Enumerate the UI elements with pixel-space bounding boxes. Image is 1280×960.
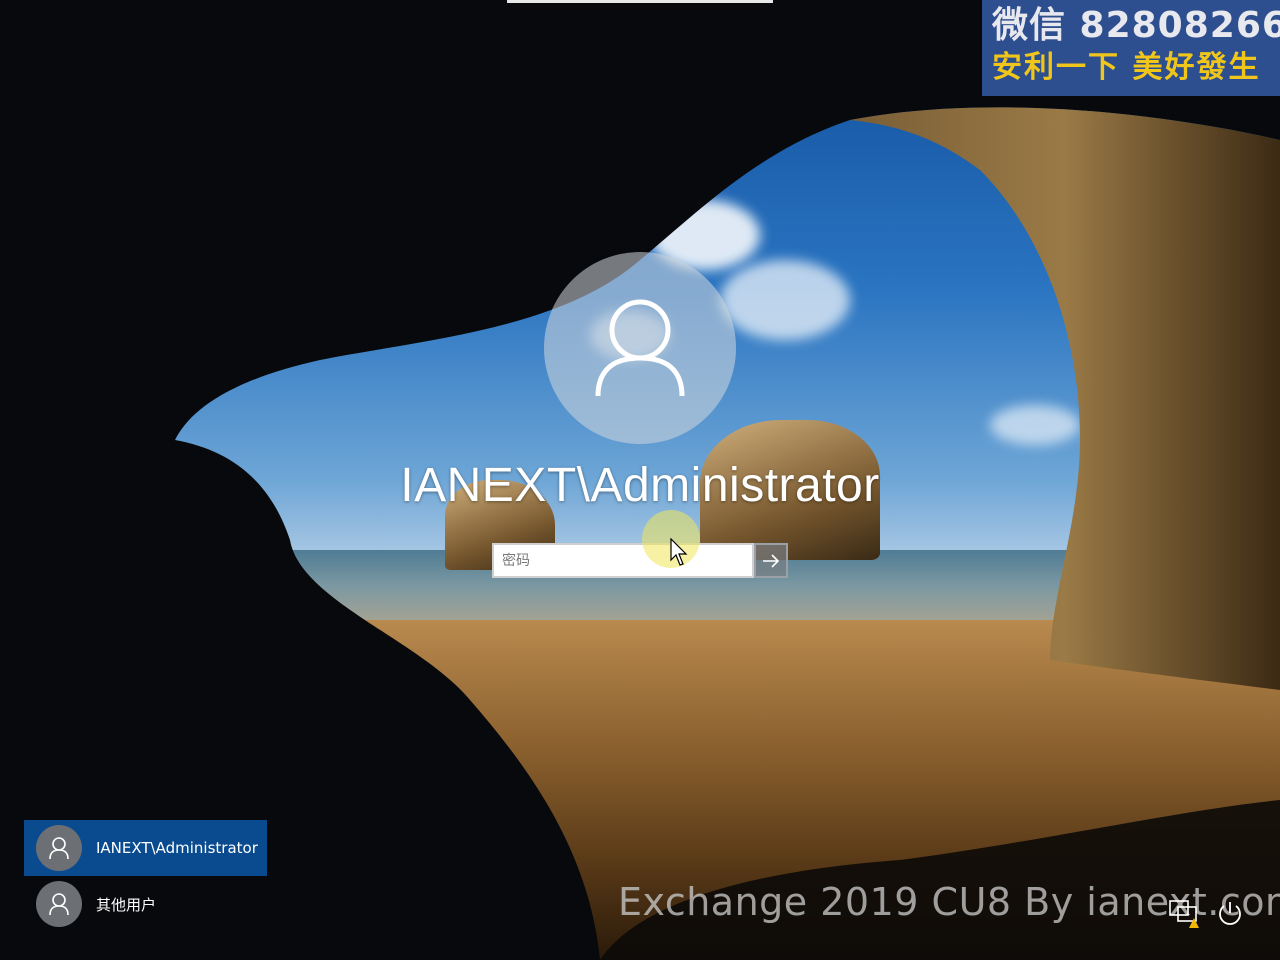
watermark-line-1: 微信 82808266: [992, 5, 1280, 46]
user-list-label: IANEXT\Administrator: [96, 839, 258, 857]
user-avatar-large: [544, 252, 736, 444]
user-list-item-other-user[interactable]: 其他用户: [24, 876, 267, 932]
user-icon: [49, 837, 69, 860]
user-list-label: 其他用户: [96, 895, 157, 914]
top-progress-bar: [507, 0, 773, 3]
network-warning-icon: [1169, 900, 1199, 928]
user-icon: [49, 893, 69, 916]
wechat-watermark: 微信 82808266 安利一下 美好發生: [982, 0, 1280, 96]
arrow-right-icon: [763, 553, 780, 568]
user-list-item-administrator[interactable]: IANEXT\Administrator: [24, 820, 267, 876]
power-button[interactable]: [1212, 896, 1248, 932]
mouse-cursor-icon: [670, 538, 688, 566]
avatar: [36, 825, 82, 871]
watermark-line-2: 安利一下 美好發生: [992, 50, 1261, 85]
password-input[interactable]: [492, 543, 754, 578]
avatar: [36, 881, 82, 927]
power-icon: [1219, 902, 1241, 925]
submit-button[interactable]: [754, 543, 788, 578]
user-icon: [595, 299, 685, 397]
password-form: [492, 543, 788, 578]
login-username: IANEXT\Administrator: [400, 459, 880, 512]
network-button[interactable]: [1166, 896, 1202, 932]
